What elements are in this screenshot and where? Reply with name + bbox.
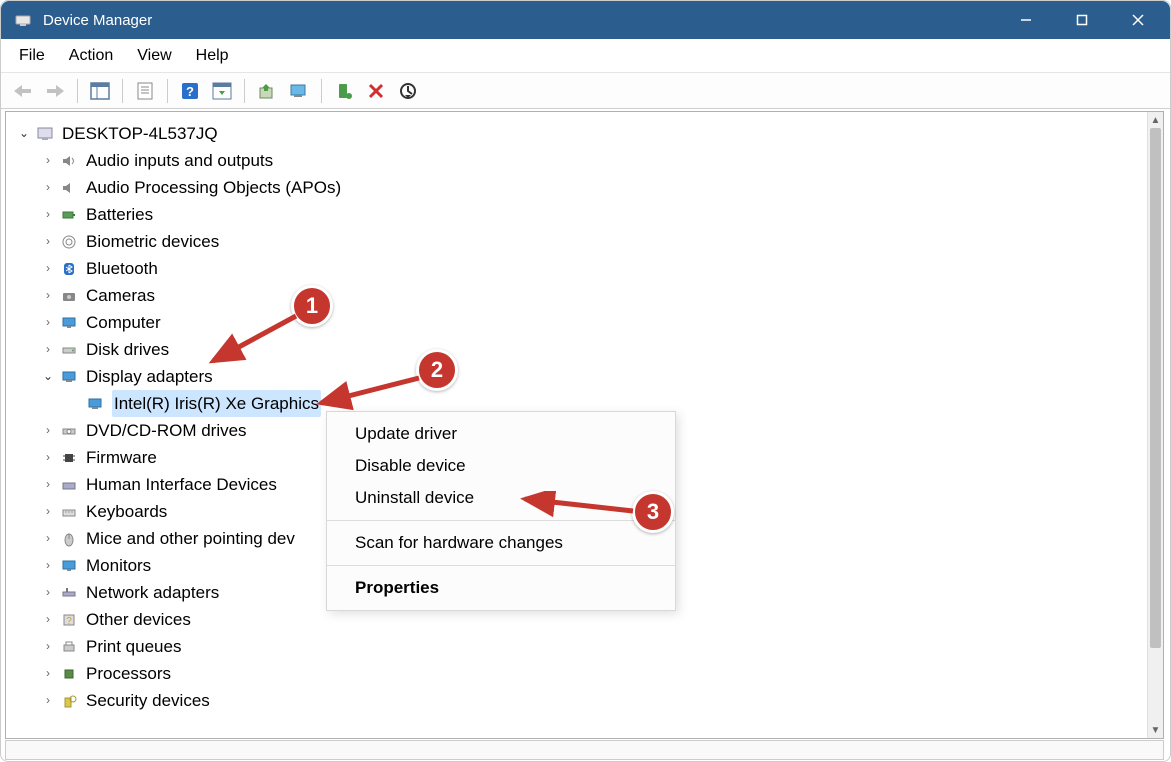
tree-item-disk-drives[interactable]: ›Disk drives — [10, 336, 1143, 363]
keyboard-icon — [58, 501, 80, 523]
context-uninstall-device[interactable]: Uninstall device — [327, 482, 675, 514]
status-bar — [5, 740, 1164, 760]
chevron-down-icon[interactable]: ⌄ — [40, 367, 56, 386]
network-icon — [58, 582, 80, 604]
properties-button[interactable] — [130, 77, 160, 105]
chevron-right-icon[interactable]: › — [40, 637, 56, 656]
annotation-badge-1: 1 — [291, 285, 333, 327]
mouse-icon — [58, 528, 80, 550]
context-menu: Update driver Disable device Uninstall d… — [326, 411, 676, 611]
printer-icon — [58, 636, 80, 658]
svg-text:?: ? — [66, 616, 72, 627]
chevron-right-icon[interactable]: › — [40, 529, 56, 548]
menu-help[interactable]: Help — [184, 41, 241, 71]
chevron-right-icon[interactable]: › — [40, 151, 56, 170]
display-adapter-icon — [84, 393, 106, 415]
display-adapter-icon — [58, 366, 80, 388]
scan-hardware-button[interactable] — [284, 77, 314, 105]
tree-item-computer[interactable]: ›Computer — [10, 309, 1143, 336]
cpu-icon — [58, 663, 80, 685]
menu-action[interactable]: Action — [57, 41, 125, 71]
chevron-right-icon[interactable]: › — [40, 259, 56, 278]
chevron-right-icon[interactable]: › — [40, 313, 56, 332]
disc-drive-icon — [58, 420, 80, 442]
uninstall-device-button[interactable] — [361, 77, 391, 105]
chip-icon — [58, 447, 80, 469]
menu-file[interactable]: File — [7, 41, 57, 71]
tree-item-batteries[interactable]: ›Batteries — [10, 201, 1143, 228]
help-button[interactable]: ? — [175, 77, 205, 105]
computer-root-icon — [34, 123, 56, 145]
back-button[interactable] — [8, 77, 38, 105]
tree-item-security-devices[interactable]: ›Security devices — [10, 687, 1143, 714]
chevron-right-icon[interactable]: › — [40, 691, 56, 710]
tree-root-label: DESKTOP-4L537JQ — [62, 120, 218, 147]
tree-item-cameras[interactable]: ›Cameras — [10, 282, 1143, 309]
chevron-right-icon[interactable]: › — [40, 475, 56, 494]
tree-item-display-adapters[interactable]: ⌄Display adapters — [10, 363, 1143, 390]
tree-item-audio-apos[interactable]: ›Audio Processing Objects (APOs) — [10, 174, 1143, 201]
window-title: Device Manager — [43, 12, 998, 29]
battery-icon — [58, 204, 80, 226]
annotation-badge-2: 2 — [416, 349, 458, 391]
monitor-icon — [58, 312, 80, 334]
device-manager-icon — [13, 10, 33, 30]
chevron-right-icon[interactable]: › — [40, 502, 56, 521]
speaker-icon — [58, 150, 80, 172]
context-disable-device[interactable]: Disable device — [327, 450, 675, 482]
chevron-right-icon[interactable]: › — [40, 232, 56, 251]
minimize-button[interactable] — [998, 1, 1054, 39]
disable-device-button[interactable] — [393, 77, 423, 105]
chevron-right-icon[interactable]: › — [40, 610, 56, 629]
tree-item-audio-inputs[interactable]: ›Audio inputs and outputs — [10, 147, 1143, 174]
scroll-down-arrow-icon[interactable]: ▼ — [1148, 722, 1163, 738]
disk-icon — [58, 339, 80, 361]
fingerprint-icon — [58, 231, 80, 253]
chevron-right-icon[interactable]: › — [40, 664, 56, 683]
show-hide-tree-button[interactable] — [85, 77, 115, 105]
chevron-right-icon[interactable]: › — [40, 583, 56, 602]
tree-root[interactable]: ⌄ DESKTOP-4L537JQ — [10, 120, 1143, 147]
menu-view[interactable]: View — [125, 41, 183, 71]
chevron-right-icon[interactable]: › — [40, 448, 56, 467]
tree-item-bluetooth[interactable]: ›Bluetooth — [10, 255, 1143, 282]
tree-item-biometric[interactable]: ›Biometric devices — [10, 228, 1143, 255]
security-icon — [58, 690, 80, 712]
svg-text:?: ? — [186, 84, 194, 99]
chevron-right-icon[interactable]: › — [40, 421, 56, 440]
close-button[interactable] — [1110, 1, 1166, 39]
context-separator — [327, 520, 675, 521]
update-driver-button[interactable] — [252, 77, 282, 105]
context-properties[interactable]: Properties — [327, 572, 675, 604]
camera-icon — [58, 285, 80, 307]
forward-button[interactable] — [40, 77, 70, 105]
maximize-button[interactable] — [1054, 1, 1110, 39]
chevron-right-icon[interactable]: › — [40, 205, 56, 224]
chevron-right-icon[interactable]: › — [40, 556, 56, 575]
titlebar: Device Manager — [1, 1, 1170, 39]
annotation-badge-3: 3 — [632, 491, 674, 533]
context-update-driver[interactable]: Update driver — [327, 418, 675, 450]
toolbar: ? — [1, 73, 1170, 109]
monitor-icon — [58, 555, 80, 577]
chevron-right-icon[interactable]: › — [40, 340, 56, 359]
hid-icon — [58, 474, 80, 496]
vertical-scrollbar[interactable]: ▲ ▼ — [1147, 112, 1163, 738]
chevron-right-icon[interactable]: › — [40, 286, 56, 305]
scrollbar-thumb[interactable] — [1150, 128, 1161, 648]
tree-item-print-queues[interactable]: ›Print queues — [10, 633, 1143, 660]
window-controls — [998, 1, 1166, 39]
context-separator — [327, 565, 675, 566]
speaker-icon — [58, 177, 80, 199]
action-button[interactable] — [207, 77, 237, 105]
chevron-right-icon[interactable]: › — [40, 178, 56, 197]
bluetooth-icon — [58, 258, 80, 280]
unknown-device-icon: ? — [58, 609, 80, 631]
context-scan-hardware[interactable]: Scan for hardware changes — [327, 527, 675, 559]
scroll-up-arrow-icon[interactable]: ▲ — [1148, 112, 1163, 128]
tree-item-processors[interactable]: ›Processors — [10, 660, 1143, 687]
menubar: File Action View Help — [1, 39, 1170, 73]
chevron-down-icon[interactable]: ⌄ — [16, 124, 32, 143]
enable-device-button[interactable] — [329, 77, 359, 105]
